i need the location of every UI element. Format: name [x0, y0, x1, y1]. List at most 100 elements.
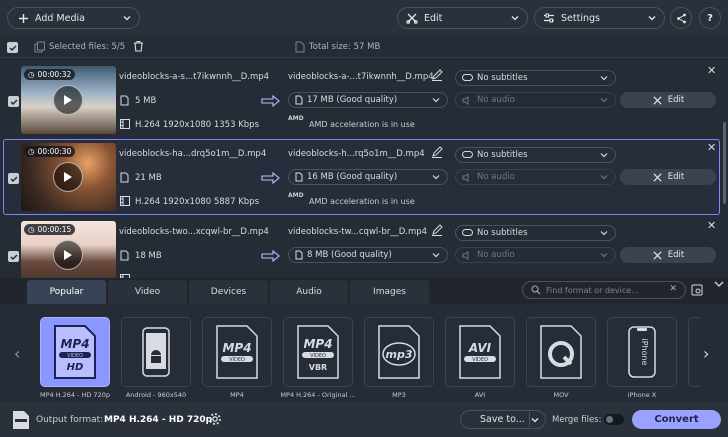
chevron-down-icon	[600, 231, 608, 236]
convert-arrow-icon	[261, 250, 280, 262]
preset-iphone-x[interactable]: iPhone	[607, 317, 677, 387]
total-size: Total size: 57 MB	[309, 42, 381, 52]
subtitles-dropdown[interactable]: No subtitles	[455, 70, 616, 86]
merge-files-toggle[interactable]	[604, 414, 624, 425]
file-icon	[295, 95, 303, 105]
chevron-down-icon	[600, 153, 608, 158]
edit-file-button[interactable]: Edit	[620, 92, 716, 108]
output-filename: videoblocks-tw...cqwl-br__D.mp4	[288, 227, 428, 237]
preset-mp4[interactable]: MP4 VIDEO	[202, 317, 272, 387]
collapse-chevron-icon[interactable]	[714, 280, 724, 288]
edit-file-button[interactable]: Edit	[620, 169, 716, 185]
output-size-dropdown[interactable]: 16 MB (Good quality)	[288, 169, 448, 185]
amd-icon: AMD	[288, 115, 304, 122]
remove-file-button[interactable]: ✕	[707, 64, 716, 77]
video-thumbnail[interactable]: ◷ 00:00:32	[21, 66, 116, 134]
file-checkbox[interactable]	[8, 251, 19, 262]
subtitles-dropdown[interactable]: No subtitles	[455, 147, 616, 163]
audio-dropdown[interactable]: No audio	[455, 92, 616, 108]
output-filename: videoblocks-a-...t7ikwnnh__D.mp4	[288, 72, 434, 82]
file-checkbox[interactable]	[8, 96, 19, 107]
tab-label: Video	[134, 287, 161, 297]
subtitles-icon	[462, 150, 473, 158]
edit-file-label: Edit	[667, 250, 685, 260]
convert-button[interactable]: Convert	[632, 410, 721, 429]
save-to-label: Save to...	[480, 414, 525, 425]
duration-badge: ◷ 00:00:15	[24, 224, 76, 235]
file-list-scrollbar[interactable]	[723, 122, 726, 204]
tab-devices[interactable]: Devices	[189, 280, 268, 304]
trash-icon[interactable]	[133, 40, 144, 52]
gear-icon[interactable]	[208, 412, 222, 426]
duration-badge: ◷ 00:00:30	[24, 146, 76, 157]
acceleration-status: AMD acceleration is in use	[309, 120, 415, 129]
settings-menu-button[interactable]: Settings	[534, 7, 665, 29]
share-button[interactable]	[670, 7, 692, 29]
play-button[interactable]	[53, 85, 83, 115]
preset-avi[interactable]: AVI VIDEO	[445, 317, 515, 387]
chevron-down-icon	[432, 253, 440, 258]
play-icon	[64, 172, 72, 182]
chevron-down-icon[interactable]	[531, 416, 539, 424]
selected-files-count: Selected files: 5/5	[49, 42, 126, 52]
video-thumbnail[interactable]: ◷ 00:00:15	[21, 221, 116, 278]
remove-file-button[interactable]: ✕	[707, 141, 716, 154]
save-to-button[interactable]: Save to...	[460, 410, 546, 429]
scroll-right-icon[interactable]: ›	[703, 344, 709, 363]
audio-dropdown[interactable]: No audio	[455, 247, 616, 263]
edit-menu-label: Edit	[424, 12, 443, 24]
preset-label: MP3	[392, 391, 406, 399]
scissors-icon	[406, 13, 418, 24]
tab-popular[interactable]: Popular	[27, 280, 106, 304]
pencil-icon[interactable]	[431, 69, 443, 81]
chevron-down-icon	[648, 16, 656, 21]
audio-dropdown[interactable]: No audio	[455, 169, 616, 185]
preset-mp3[interactable]: mp3	[364, 317, 434, 387]
tab-audio[interactable]: Audio	[270, 280, 348, 304]
duration-text: 00:00:32	[37, 70, 72, 79]
output-size-dropdown[interactable]: 8 MB (Good quality)	[288, 247, 448, 263]
clear-search-icon[interactable]: ✕	[669, 284, 677, 294]
scroll-left-icon[interactable]: ‹	[14, 344, 20, 363]
help-button[interactable]: ?	[699, 7, 721, 29]
tab-video[interactable]: Video	[108, 280, 187, 304]
mp3-text: mp3	[386, 348, 413, 361]
video-text: VIDEO	[472, 357, 488, 363]
preset-label: iPhone X	[627, 391, 657, 399]
pencil-icon[interactable]	[431, 146, 443, 158]
add-media-button[interactable]: Add Media	[7, 7, 140, 29]
selection-bar: Selected files: 5/5 Total size: 57 MB	[0, 36, 728, 58]
play-button[interactable]	[53, 240, 83, 270]
output-format-icon	[13, 411, 29, 429]
avi-text: AVI	[468, 341, 492, 355]
subtitles-icon	[462, 73, 473, 81]
format-search-input[interactable]: Find format or device... ✕	[522, 281, 686, 299]
file-checkbox[interactable]	[8, 173, 19, 184]
preset-mov[interactable]	[526, 317, 596, 387]
chevron-down-icon	[511, 16, 519, 21]
edit-file-button[interactable]: Edit	[620, 247, 716, 263]
video-thumbnail[interactable]: ◷ 00:00:30	[21, 143, 116, 211]
preset-mp4-hd-720p[interactable]: MP4 VIDEO HD	[40, 317, 110, 387]
preset-gallery: ‹ › MP4 VIDEO HD MP4 H.264 - HD 720p And…	[0, 304, 728, 402]
preset-android[interactable]	[121, 317, 191, 387]
duration-badge: ◷ 00:00:32	[24, 69, 76, 80]
scissors-icon	[653, 250, 662, 260]
amd-icon: AMD	[288, 192, 304, 199]
settings-menu-label: Settings	[561, 12, 600, 24]
tab-images[interactable]: Images	[350, 280, 429, 304]
subtitles-dropdown[interactable]: No subtitles	[455, 225, 616, 241]
output-size-dropdown[interactable]: 17 MB (Good quality)	[288, 92, 448, 108]
edit-menu-button[interactable]: Edit	[397, 7, 528, 29]
file-row: ◷ 00:00:30 videoblocks-ha...drq5o1m__D.mp…	[3, 139, 720, 215]
file-icon	[120, 172, 129, 183]
remove-file-button[interactable]: ✕	[707, 219, 716, 232]
format-info-icon[interactable]	[691, 284, 703, 296]
document-icon	[295, 41, 305, 53]
mp4-text: MP4	[222, 341, 251, 355]
play-button[interactable]	[53, 162, 83, 192]
preset-mp4-original[interactable]: MP4 VIDEO VBR	[283, 317, 353, 387]
pencil-icon[interactable]	[431, 224, 443, 236]
select-all-checkbox[interactable]	[7, 42, 18, 53]
file-row: ◷ 00:00:15 videoblocks-two...xcqwl-br__D.…	[3, 217, 720, 278]
